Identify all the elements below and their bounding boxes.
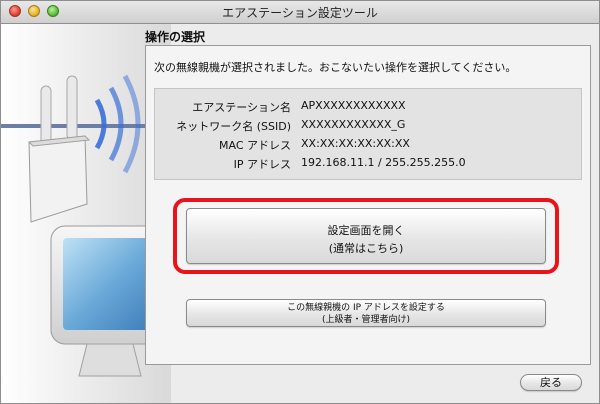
app-window: エアステーション設定ツール 操作の選択 次の無線親機が選択されました。おこないた… (0, 0, 600, 404)
info-label: MAC アドレス (219, 139, 291, 152)
antenna-left (40, 85, 52, 147)
antenna-right (66, 75, 78, 141)
window-title: エアステーション設定ツール (222, 6, 378, 20)
info-label: IP アドレス (233, 158, 291, 171)
info-row-airstation-name: エアステーション名 APXXXXXXXXXXXX (155, 99, 583, 117)
info-value: XXXXXXXXXXXX_G (301, 118, 406, 131)
main-panel: 次の無線親機が選択されました。おこないたい操作を選択してください。 エアステーシ… (145, 45, 591, 365)
device-info-box: エアステーション名 APXXXXXXXXXXXX ネットワーク名 (SSID) … (154, 88, 582, 180)
set-ip-label: この無線親機の IP アドレスを設定する (287, 303, 445, 313)
title-bar: エアステーション設定ツール (1, 1, 599, 24)
info-row-mac-address: MAC アドレス XX:XX:XX:XX:XX:XX (155, 137, 583, 155)
instruction-text: 次の無線親機が選択されました。おこないたい操作を選択してください。 (154, 61, 517, 74)
info-value: APXXXXXXXXXXXX (301, 99, 406, 112)
back-button[interactable]: 戻る (520, 374, 582, 391)
info-value: 192.168.11.1 / 255.255.255.0 (301, 156, 466, 169)
open-settings-sublabel: (通常はこちら) (328, 242, 404, 255)
open-settings-button[interactable]: 設定画面を開く (通常はこちら) (186, 208, 546, 264)
open-settings-label: 設定画面を開く (327, 224, 405, 237)
info-row-ip-address: IP アドレス 192.168.11.1 / 255.255.255.0 (155, 156, 583, 174)
set-ip-address-button[interactable]: この無線親機の IP アドレスを設定する (上級者・管理者向け) (186, 299, 546, 327)
info-value: XX:XX:XX:XX:XX:XX (301, 137, 410, 150)
info-label: ネットワーク名 (SSID) (176, 120, 291, 133)
info-row-ssid: ネットワーク名 (SSID) XXXXXXXXXXXX_G (155, 118, 583, 136)
section-title: 操作の選択 (145, 30, 206, 44)
set-ip-sublabel: (上級者・管理者向け) (321, 315, 411, 325)
monitor-stand (78, 343, 142, 377)
info-label: エアステーション名 (192, 101, 291, 114)
